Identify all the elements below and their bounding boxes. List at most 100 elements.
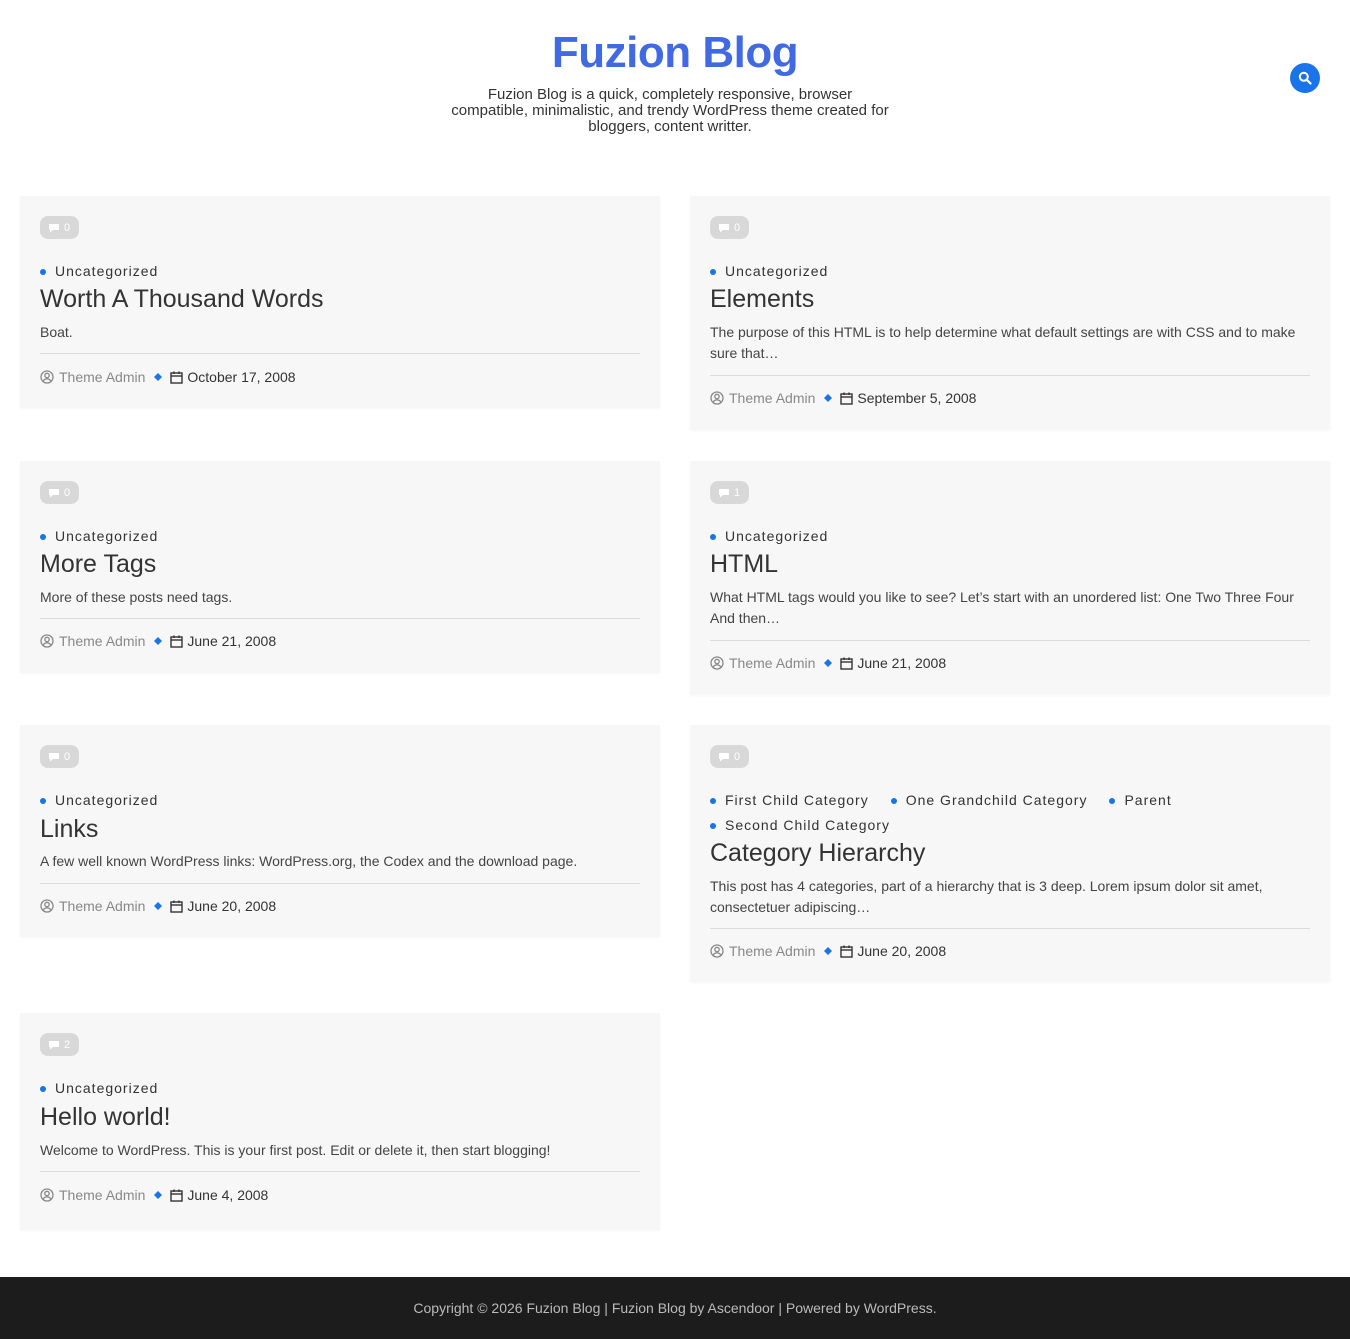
diamond-icon bbox=[154, 373, 163, 381]
post-meta: Theme Admin June 4, 2008 bbox=[40, 1185, 640, 1205]
category-label: Second Child Category bbox=[725, 817, 890, 833]
footer-credits: Copyright © 2026 Fuzion Blog | Fuzion Bl… bbox=[413, 1300, 936, 1316]
post-meta: Theme Admin June 20, 2008 bbox=[710, 941, 1310, 961]
post-date[interactable]: June 21, 2008 bbox=[187, 633, 276, 649]
post-categories: Uncategorized bbox=[40, 527, 640, 546]
post-title[interactable]: Worth A Thousand Words bbox=[40, 283, 640, 315]
category-label: Uncategorized bbox=[55, 263, 159, 279]
comment-count: 0 bbox=[64, 221, 71, 234]
post-categories: Uncategorized bbox=[710, 262, 1310, 281]
comment-count-badge[interactable]: 0 bbox=[710, 216, 749, 239]
category-link[interactable]: Second Child Category bbox=[710, 816, 890, 835]
post-date[interactable]: June 20, 2008 bbox=[857, 943, 946, 959]
footer-separator: | bbox=[778, 1300, 782, 1316]
comment-icon bbox=[48, 1040, 60, 1050]
post-excerpt: This post has 4 categories, part of a hi… bbox=[710, 878, 1263, 915]
post-excerpt: Welcome to WordPress. This is your first… bbox=[40, 1142, 551, 1158]
diamond-icon bbox=[824, 659, 833, 667]
category-link[interactable]: Uncategorized bbox=[710, 262, 828, 281]
search-icon bbox=[1298, 71, 1312, 85]
comment-icon bbox=[48, 488, 60, 498]
divider bbox=[710, 640, 1310, 641]
post-card: 0 Uncategorized More Tags More of these … bbox=[20, 461, 660, 673]
post-title[interactable]: Elements bbox=[710, 283, 1310, 315]
category-link[interactable]: Uncategorized bbox=[710, 527, 828, 546]
post-card: 2 Uncategorized Hello world! Welcome to … bbox=[20, 1013, 660, 1230]
calendar-icon bbox=[170, 1189, 184, 1202]
post-date[interactable]: June 20, 2008 bbox=[187, 898, 276, 914]
category-link[interactable]: Uncategorized bbox=[40, 262, 158, 281]
user-circle-icon bbox=[710, 391, 724, 405]
divider bbox=[40, 353, 640, 354]
category-link[interactable]: First Child Category bbox=[710, 791, 869, 810]
post-author[interactable]: Theme Admin bbox=[729, 390, 815, 406]
diamond-icon bbox=[824, 394, 833, 402]
post-meta: Theme Admin June 21, 2008 bbox=[710, 653, 1310, 673]
diamond-icon bbox=[154, 1191, 163, 1199]
post-author[interactable]: Theme Admin bbox=[729, 943, 815, 959]
comment-count-badge[interactable]: 0 bbox=[710, 745, 749, 768]
post-categories: Uncategorized bbox=[40, 1079, 640, 1098]
category-link[interactable]: Uncategorized bbox=[40, 1079, 158, 1098]
post-title[interactable]: Hello world! bbox=[40, 1101, 640, 1133]
post-date[interactable]: June 4, 2008 bbox=[187, 1187, 268, 1203]
post-excerpt: The purpose of this HTML is to help dete… bbox=[710, 324, 1296, 361]
comment-icon bbox=[718, 223, 730, 233]
post-card: 0 Uncategorized Links A few well known W… bbox=[20, 725, 660, 937]
divider bbox=[40, 883, 640, 884]
bullet-dot bbox=[40, 1085, 46, 1092]
site-header: Fuzion Blog Fuzion Blog is a quick, comp… bbox=[0, 0, 1350, 160]
post-excerpt: A few well known WordPress links: WordPr… bbox=[40, 853, 578, 869]
post-author[interactable]: Theme Admin bbox=[59, 369, 145, 385]
category-link[interactable]: Uncategorized bbox=[40, 527, 158, 546]
bullet-dot bbox=[710, 797, 716, 804]
search-button[interactable] bbox=[1290, 63, 1320, 93]
category-link[interactable]: One Grandchild Category bbox=[890, 791, 1088, 810]
category-link[interactable]: Parent bbox=[1109, 791, 1171, 810]
site-title[interactable]: Fuzion Blog bbox=[0, 28, 1350, 78]
post-title[interactable]: Category Hierarchy bbox=[710, 837, 1310, 869]
calendar-icon bbox=[840, 657, 854, 670]
footer-copyright[interactable]: Copyright © 2026 Fuzion Blog bbox=[413, 1300, 600, 1316]
post-title[interactable]: More Tags bbox=[40, 548, 640, 580]
site-description: Fuzion Blog is a quick, completely respo… bbox=[451, 86, 889, 135]
post-title[interactable]: Links bbox=[40, 813, 640, 845]
post-author[interactable]: Theme Admin bbox=[729, 655, 815, 671]
user-circle-icon bbox=[40, 370, 54, 384]
post-meta: Theme Admin September 5, 2008 bbox=[710, 388, 1310, 408]
comment-icon bbox=[718, 752, 730, 762]
user-circle-icon bbox=[710, 944, 724, 958]
post-date[interactable]: October 17, 2008 bbox=[187, 369, 295, 385]
bullet-dot bbox=[710, 533, 716, 540]
diamond-icon bbox=[154, 637, 163, 645]
comment-icon bbox=[718, 488, 730, 498]
post-date[interactable]: September 5, 2008 bbox=[857, 390, 976, 406]
footer-separator: | bbox=[604, 1300, 608, 1316]
post-categories: First Child Category One Grandchild Cate… bbox=[710, 791, 1310, 835]
site-footer: Copyright © 2026 Fuzion Blog | Fuzion Bl… bbox=[0, 1277, 1350, 1339]
user-circle-icon bbox=[40, 1188, 54, 1202]
category-link[interactable]: Uncategorized bbox=[40, 791, 158, 810]
post-date[interactable]: June 21, 2008 bbox=[857, 655, 946, 671]
category-label: One Grandchild Category bbox=[905, 792, 1088, 808]
post-author[interactable]: Theme Admin bbox=[59, 1187, 145, 1203]
post-card: 0 Uncategorized Elements The purpose of … bbox=[690, 196, 1330, 430]
post-card: 0 Uncategorized Worth A Thousand Words B… bbox=[20, 196, 660, 408]
comment-count-badge[interactable]: 0 bbox=[40, 481, 79, 504]
comment-count: 0 bbox=[734, 221, 741, 234]
post-author[interactable]: Theme Admin bbox=[59, 898, 145, 914]
calendar-icon bbox=[170, 900, 184, 913]
user-circle-icon bbox=[710, 656, 724, 670]
comment-count-badge[interactable]: 0 bbox=[40, 216, 79, 239]
comment-count-badge[interactable]: 2 bbox=[40, 1033, 79, 1056]
category-label: First Child Category bbox=[725, 792, 869, 808]
footer-powered-by[interactable]: Powered by WordPress. bbox=[786, 1300, 937, 1316]
footer-theme-credit[interactable]: Fuzion Blog by Ascendoor bbox=[612, 1300, 775, 1316]
comment-count-badge[interactable]: 1 bbox=[710, 481, 749, 504]
post-excerpt: More of these posts need tags. bbox=[40, 589, 233, 605]
post-categories: Uncategorized bbox=[40, 262, 640, 281]
comment-count-badge[interactable]: 0 bbox=[40, 745, 79, 768]
post-title[interactable]: HTML bbox=[710, 548, 1310, 580]
post-categories: Uncategorized bbox=[40, 791, 640, 810]
post-author[interactable]: Theme Admin bbox=[59, 633, 145, 649]
